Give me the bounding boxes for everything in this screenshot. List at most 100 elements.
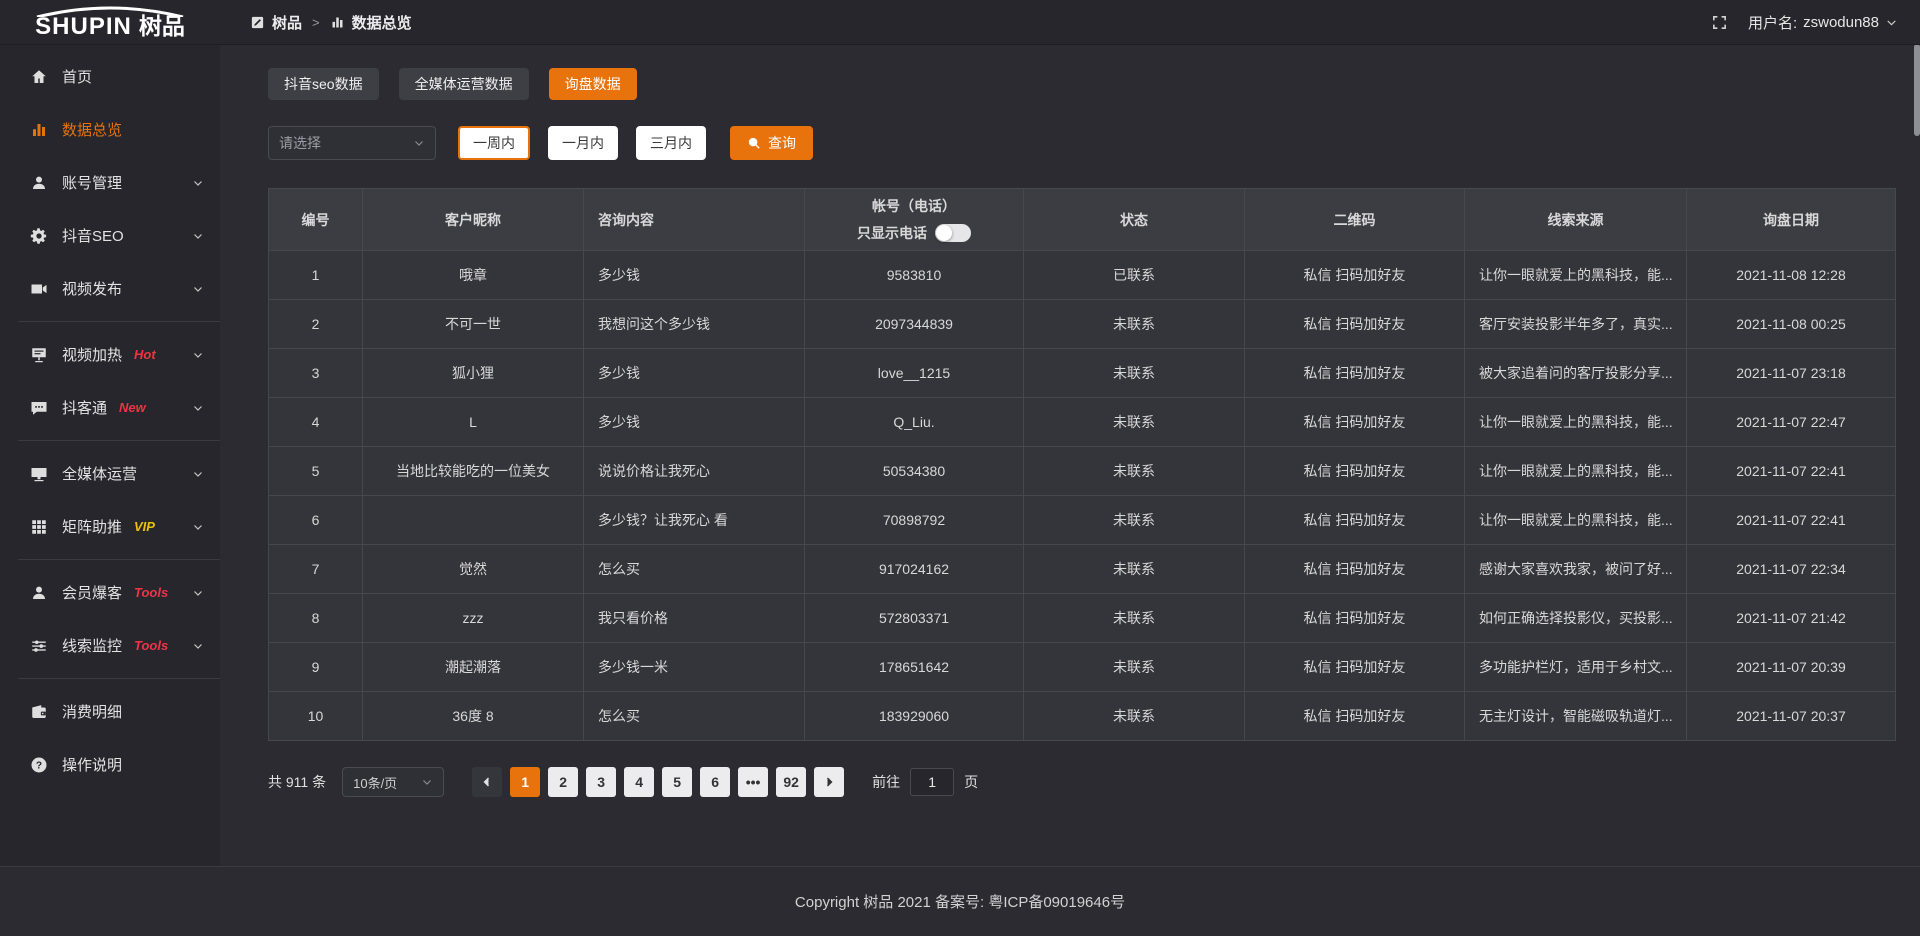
cell-qrcode[interactable]: 私信 扫码加好友	[1245, 398, 1465, 447]
phone-only-toggle[interactable]	[935, 224, 971, 242]
cell-nickname: 当地比较能吃的一位美女	[363, 447, 584, 496]
period-button-month[interactable]: 一月内	[548, 126, 618, 160]
cell-source[interactable]: 让你一眼就爱上的黑科技，能...	[1465, 496, 1687, 545]
page-button-6[interactable]: 6	[700, 767, 730, 797]
cell-qrcode[interactable]: 私信 扫码加好友	[1245, 643, 1465, 692]
cell-nickname	[363, 496, 584, 545]
cell-serial: 5	[269, 447, 363, 496]
tab-inquiry-data[interactable]: 询盘数据	[549, 68, 637, 100]
cell-date: 2021-11-07 21:42	[1687, 594, 1896, 643]
page-ellipsis[interactable]: •••	[738, 767, 768, 797]
sidebar-item-account-management[interactable]: 账号管理	[0, 156, 220, 209]
tab-omni-media-data[interactable]: 全媒体运营数据	[399, 68, 529, 100]
sidebar-item-label: 消费明细	[62, 701, 122, 722]
filter-select-placeholder: 请选择	[279, 133, 321, 153]
cell-nickname: 潮起潮落	[363, 643, 584, 692]
cell-account: Q_Liu.	[805, 398, 1024, 447]
cell-qrcode[interactable]: 私信 扫码加好友	[1245, 251, 1465, 300]
next-page-button[interactable]	[814, 767, 844, 797]
cell-qrcode[interactable]: 私信 扫码加好友	[1245, 692, 1465, 741]
cell-qrcode[interactable]: 私信 扫码加好友	[1245, 496, 1465, 545]
cell-serial: 3	[269, 349, 363, 398]
period-button-quarter[interactable]: 三月内	[636, 126, 706, 160]
scrollbar-thumb[interactable]	[1914, 44, 1920, 136]
page-body: 首页数据总览账号管理抖音SEO视频发布视频加热Hot抖客通New 全媒体运营矩阵助…	[0, 44, 1920, 866]
sidebar-item-home[interactable]: 首页	[0, 50, 220, 103]
breadcrumb-root[interactable]: 树品	[272, 12, 302, 33]
chevron-down-icon	[192, 521, 204, 533]
cell-source[interactable]: 被大家追着问的客厅投影分享...	[1465, 349, 1687, 398]
home-icon	[30, 68, 48, 86]
cell-source[interactable]: 让你一眼就爱上的黑科技，能...	[1465, 251, 1687, 300]
cell-serial: 2	[269, 300, 363, 349]
cell-source[interactable]: 感谢大家喜欢我家，被问了好...	[1465, 545, 1687, 594]
table-row: 8zzz我只看价格572803371未联系私信 扫码加好友如何正确选择投影仪，买…	[269, 594, 1896, 643]
header-account-title: 帐号（电话）	[819, 196, 1009, 216]
sidebar-item-omni-media[interactable]: 全媒体运营	[0, 447, 220, 500]
tab-douyin-seo-data[interactable]: 抖音seo数据	[268, 68, 379, 100]
page-button-3[interactable]: 3	[586, 767, 616, 797]
cell-serial: 6	[269, 496, 363, 545]
page-button-1[interactable]: 1	[510, 767, 540, 797]
footer: Copyright 树品 2021 备案号: 粤ICP备09019646号	[0, 866, 1920, 936]
sidebar-item-douketong[interactable]: 抖客通New	[0, 381, 220, 434]
logo-text: SHUPIN 树品	[35, 15, 185, 39]
sidebar-item-data-overview[interactable]: 数据总览	[0, 103, 220, 156]
page-button-2[interactable]: 2	[548, 767, 578, 797]
query-button[interactable]: 查询	[730, 126, 813, 160]
cell-qrcode[interactable]: 私信 扫码加好友	[1245, 349, 1465, 398]
prev-page-button[interactable]	[472, 767, 502, 797]
cell-qrcode[interactable]: 私信 扫码加好友	[1245, 300, 1465, 349]
cell-date: 2021-11-07 20:37	[1687, 692, 1896, 741]
screen-icon	[30, 346, 48, 364]
bar-chart-icon	[330, 15, 345, 30]
user-menu[interactable]: 用户名: zswodun88	[1748, 12, 1898, 33]
sidebar-item-lead-monitor[interactable]: 线索监控Tools	[0, 619, 220, 672]
sidebar-item-instructions[interactable]: ?操作说明	[0, 738, 220, 791]
cell-qrcode[interactable]: 私信 扫码加好友	[1245, 545, 1465, 594]
cell-content: 怎么买	[584, 692, 805, 741]
sidebar-item-video-heating[interactable]: 视频加热Hot	[0, 328, 220, 381]
cell-qrcode[interactable]: 私信 扫码加好友	[1245, 447, 1465, 496]
fullscreen-icon[interactable]	[1711, 14, 1728, 31]
filter-select[interactable]: 请选择	[268, 126, 436, 160]
chat-icon	[30, 399, 48, 417]
chevron-down-icon	[192, 640, 204, 652]
goto-page-input[interactable]	[910, 768, 954, 796]
cell-source[interactable]: 无主灯设计，智能磁吸轨道灯...	[1465, 692, 1687, 741]
cell-date: 2021-11-07 23:18	[1687, 349, 1896, 398]
sidebar-item-consumption-detail[interactable]: 消费明细	[0, 685, 220, 738]
filter-bar: 请选择 一周内一月内三月内 查询	[268, 126, 1896, 160]
table-row: 3狐小狸多少钱love__1215未联系私信 扫码加好友被大家追着问的客厅投影分…	[269, 349, 1896, 398]
sidebar-item-member-burst[interactable]: 会员爆客Tools	[0, 566, 220, 619]
sidebar-badge: Tools	[134, 585, 168, 600]
page-size-select[interactable]: 10条/页	[342, 767, 444, 797]
header-date: 询盘日期	[1687, 189, 1896, 251]
sidebar-item-label: 视频加热	[62, 344, 122, 365]
cell-source[interactable]: 让你一眼就爱上的黑科技，能...	[1465, 447, 1687, 496]
main-content: 抖音seo数据全媒体运营数据询盘数据 请选择 一周内一月内三月内 查询 编号 客…	[220, 44, 1920, 866]
app-logo[interactable]: SHUPIN 树品	[0, 0, 220, 44]
page-button-4[interactable]: 4	[624, 767, 654, 797]
chevron-down-icon	[192, 587, 204, 599]
page-button-5[interactable]: 5	[662, 767, 692, 797]
cell-serial: 7	[269, 545, 363, 594]
scrollbar[interactable]	[1914, 44, 1920, 936]
cell-source[interactable]: 多功能护栏灯，适用于乡村文...	[1465, 643, 1687, 692]
cell-source[interactable]: 让你一眼就爱上的黑科技，能...	[1465, 398, 1687, 447]
period-button-week[interactable]: 一周内	[458, 126, 530, 160]
page-button-92[interactable]: 92	[776, 767, 806, 797]
cell-qrcode[interactable]: 私信 扫码加好友	[1245, 594, 1465, 643]
chevron-down-icon	[192, 177, 204, 189]
sidebar-divider	[18, 440, 220, 441]
sidebar-item-matrix-boost[interactable]: 矩阵助推VIP	[0, 500, 220, 553]
cell-source[interactable]: 如何正确选择投影仪，买投影...	[1465, 594, 1687, 643]
sidebar-item-video-publish[interactable]: 视频发布	[0, 262, 220, 315]
sidebar-badge: New	[119, 400, 146, 415]
cell-status: 未联系	[1024, 398, 1245, 447]
logo-text-cn: 树品	[139, 15, 185, 38]
sliders-icon	[30, 637, 48, 655]
sidebar-item-douyin-seo[interactable]: 抖音SEO	[0, 209, 220, 262]
username-label: 用户名:	[1748, 12, 1797, 33]
cell-source[interactable]: 客厅安装投影半年多了，真实...	[1465, 300, 1687, 349]
